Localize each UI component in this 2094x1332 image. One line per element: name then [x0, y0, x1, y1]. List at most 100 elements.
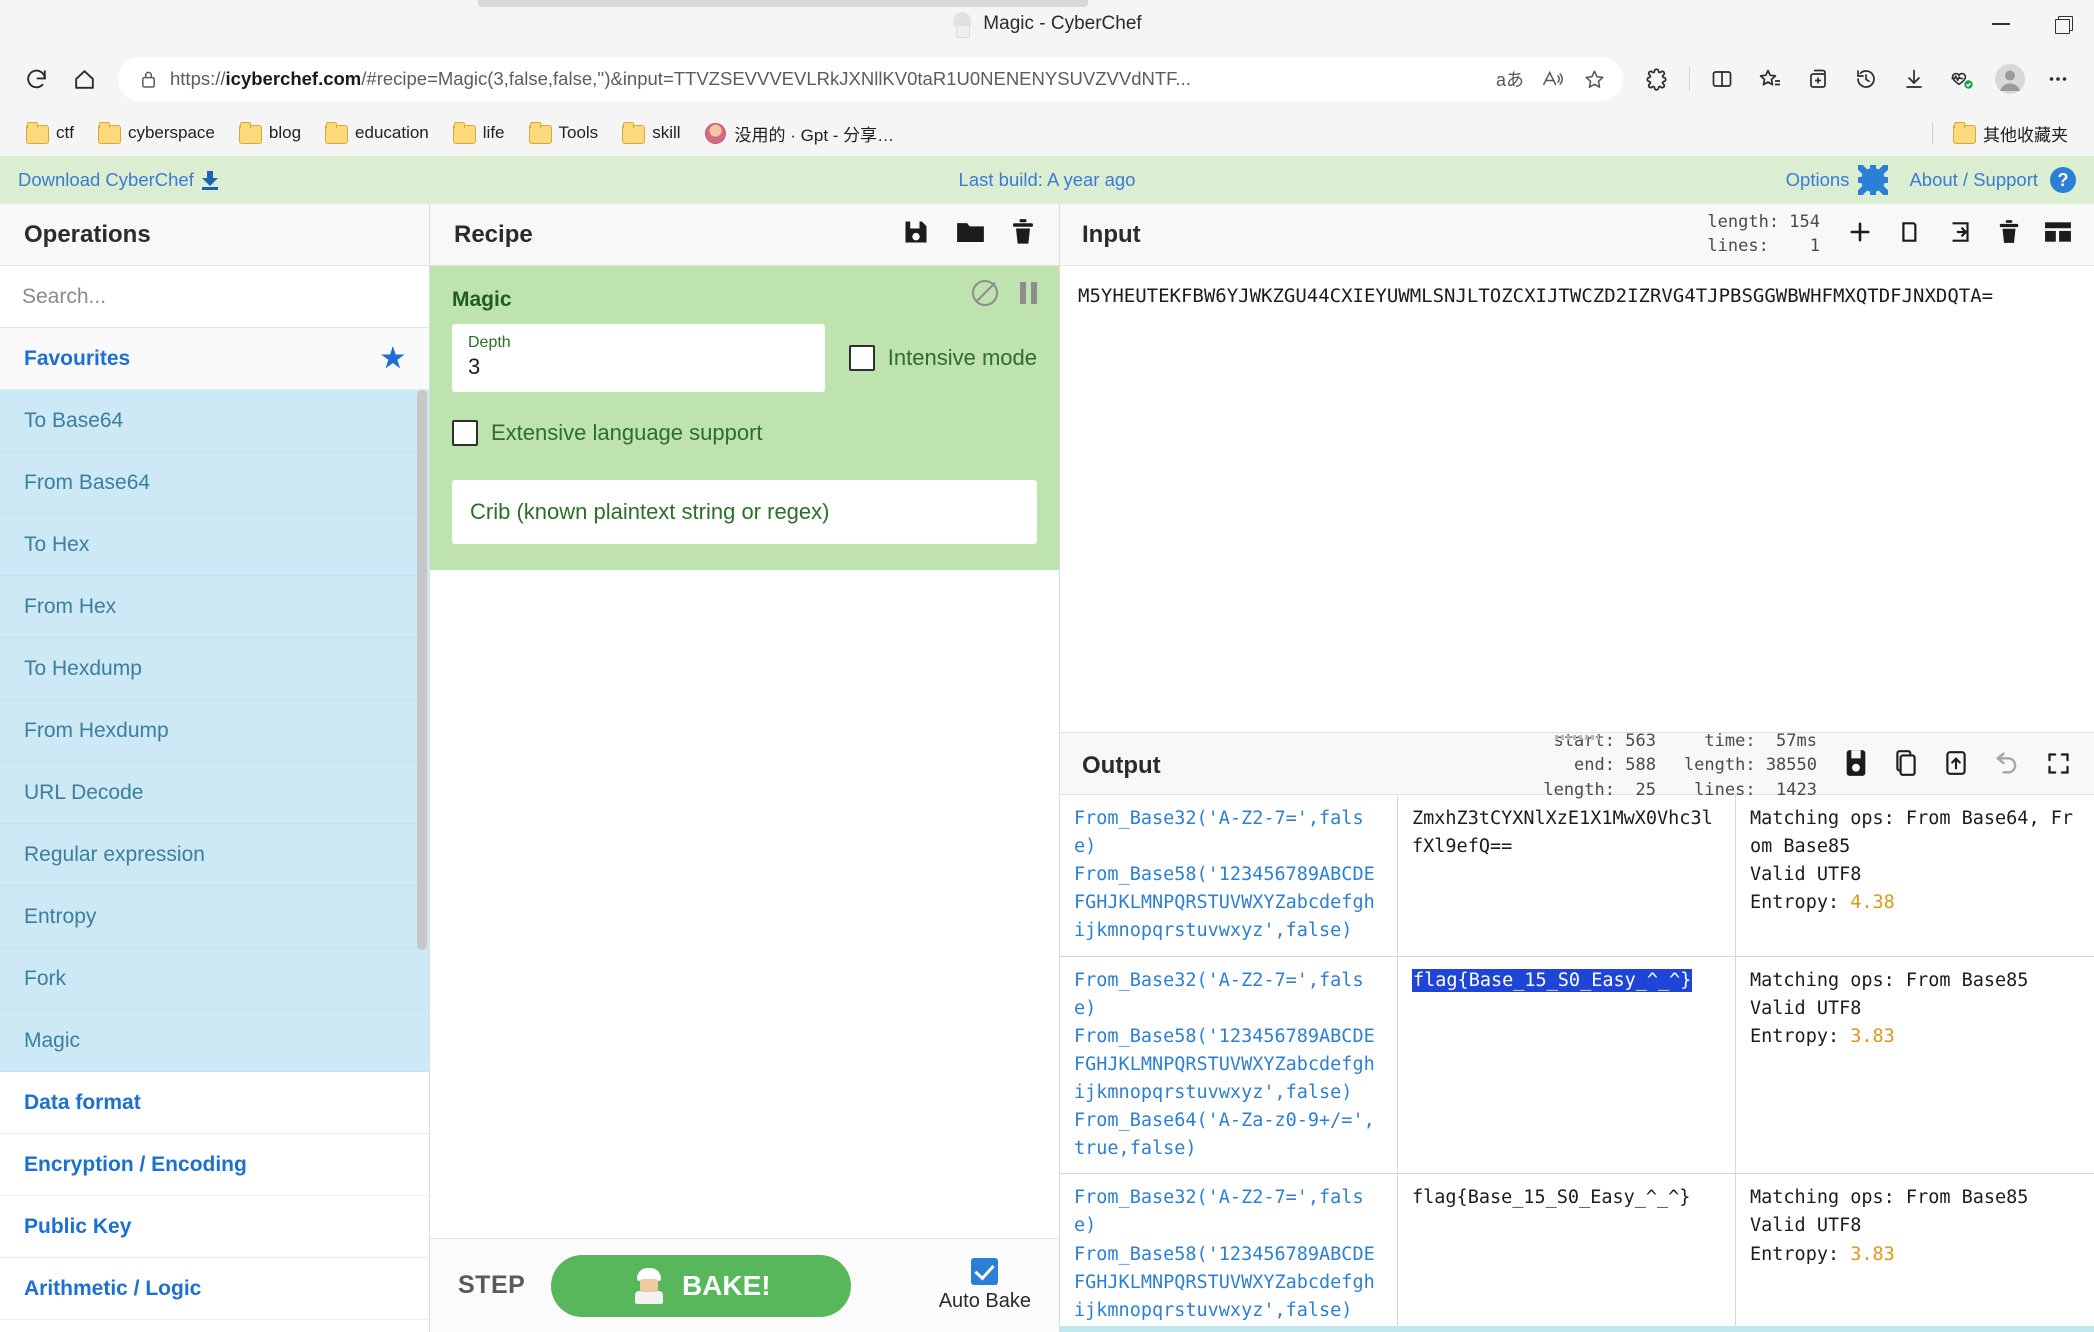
category-encryption-encoding[interactable]: Encryption / Encoding [0, 1134, 429, 1196]
replace-input-icon[interactable] [1943, 749, 1969, 782]
input-length-line: length: 154 [1707, 212, 1820, 233]
magic-recipe-cell: From_Base32('A-Z2-7=',false) From_Base58… [1060, 1174, 1398, 1332]
refresh-icon[interactable] [14, 57, 58, 101]
bookmark-skill[interactable]: skill [612, 118, 690, 148]
folder-icon [1953, 122, 1976, 144]
crib-input[interactable]: Crib (known plaintext string or regex) [452, 479, 1037, 544]
operation-to-hex[interactable]: To Hex [0, 514, 429, 576]
operation-label: From Base64 [24, 470, 151, 494]
minimize-button[interactable] [1970, 0, 2032, 48]
folder-open-icon[interactable] [956, 218, 985, 251]
table-row[interactable]: From_Base32('A-Z2-7=',false) From_Base58… [1060, 1174, 2094, 1332]
table-row[interactable]: From_Base32('A-Z2-7=',false) From_Base58… [1060, 795, 2094, 957]
restore-button[interactable] [2032, 0, 2094, 48]
download-label[interactable]: Download CyberChef [18, 169, 194, 191]
copy-output-icon[interactable] [1893, 749, 1919, 782]
collections-icon[interactable] [1796, 57, 1840, 101]
input-textarea[interactable]: M5YHEUTEKFBW6YJWKZGU44CXIEYUWMLSNJLTOZCX… [1060, 266, 2094, 732]
browser-chrome: Magic - CyberChef https://icyberchef.com… [0, 0, 2094, 156]
operation-from-base64[interactable]: From Base64 [0, 452, 429, 514]
download-icon [201, 171, 218, 190]
operations-scrollbar[interactable] [417, 390, 427, 950]
recipe-body[interactable]: Magic Depth 3 Intensive mode Extensive l… [430, 266, 1059, 1238]
operations-search-field[interactable]: Search... [0, 266, 429, 328]
operation-url-decode[interactable]: URL Decode [0, 762, 429, 824]
translate-icon[interactable]: aあ [1489, 62, 1531, 96]
bookmark-gpt-share[interactable]: 没用的 · Gpt - 分享… [695, 116, 905, 151]
operation-entropy[interactable]: Entropy [0, 886, 429, 948]
operation-label: To Base64 [24, 408, 124, 432]
read-aloud-icon[interactable] [1531, 62, 1573, 96]
operation-fork[interactable]: Fork [0, 948, 429, 1010]
bookmark-tools[interactable]: Tools [519, 118, 609, 148]
magic-results-table[interactable]: From_Base32('A-Z2-7=',false) From_Base58… [1060, 795, 2094, 1332]
active-tab[interactable]: Magic - CyberChef [952, 12, 1142, 38]
undo-icon[interactable] [1993, 749, 2021, 782]
operation-from-hex[interactable]: From Hex [0, 576, 429, 638]
add-favorite-icon[interactable] [1573, 62, 1615, 96]
auto-bake-toggle[interactable]: Auto Bake [939, 1258, 1031, 1313]
operation-magic[interactable]: Magic [0, 1010, 429, 1072]
help-question-icon[interactable]: ? [2050, 167, 2076, 193]
disable-operation-icon[interactable] [972, 280, 998, 306]
open-folder-icon[interactable] [1898, 219, 1924, 250]
highlighted-flag: flag{Base_15_S0_Easy_^_^} [1412, 968, 1693, 992]
add-input-tab-icon[interactable] [1846, 218, 1874, 251]
category-arithmetic-logic[interactable]: Arithmetic / Logic [0, 1258, 429, 1320]
download-cyberchef-link[interactable]: Download CyberChef [18, 169, 218, 191]
operation-from-hexdump[interactable]: From Hexdump [0, 700, 429, 762]
tab-strip [478, 0, 1088, 7]
operation-to-hexdump[interactable]: To Hexdump [0, 638, 429, 700]
favourites-category-header[interactable]: Favourites ★ [0, 328, 429, 390]
maximise-output-icon[interactable] [2045, 750, 2072, 782]
operation-to-base64[interactable]: To Base64 [0, 390, 429, 452]
extensive-language-checkbox[interactable]: Extensive language support [452, 419, 1037, 446]
step-button[interactable]: STEP [458, 1271, 525, 1300]
io-splitter-handle[interactable] [1555, 735, 1599, 740]
favorites-icon[interactable] [1748, 57, 1792, 101]
output-header: Output start: 563 end: 588 length: 25 ti… [1060, 731, 2094, 800]
clear-input-icon[interactable] [1998, 219, 2020, 250]
valid-utf8: Valid UTF8 [1750, 864, 1862, 886]
browser-essentials-icon[interactable] [1940, 57, 1984, 101]
bookmark-education[interactable]: education [315, 118, 439, 148]
extensions-icon[interactable] [1635, 57, 1679, 101]
category-data-format[interactable]: Data format [0, 1072, 429, 1134]
address-bar[interactable]: https://icyberchef.com/#recipe=Magic(3,f… [118, 57, 1623, 101]
split-screen-icon[interactable] [1700, 57, 1744, 101]
bookmark-blog[interactable]: blog [229, 118, 311, 148]
settings-more-icon[interactable] [2036, 57, 2080, 101]
tabs-layout-icon[interactable] [2044, 219, 2072, 250]
recipe-operation-magic[interactable]: Magic Depth 3 Intensive mode Extensive l… [430, 266, 1059, 570]
gear-icon[interactable] [1858, 165, 1889, 195]
matching-ops: Matching ops: From Base85 [1750, 1187, 2029, 1209]
bookmark-other-favorites[interactable]: 其他收藏夹 [1943, 116, 2078, 151]
home-icon[interactable] [62, 57, 106, 101]
intensive-mode-checkbox[interactable]: Intensive mode [848, 344, 1037, 371]
bake-button[interactable]: BAKE! [551, 1254, 852, 1317]
save-output-icon[interactable] [1843, 749, 1869, 782]
depth-input[interactable]: Depth 3 [452, 324, 825, 392]
extensive-language-label: Extensive language support [491, 419, 763, 445]
magic-value-cell[interactable]: flag{Base_15_S0_Easy_^_^} [1398, 956, 1736, 1174]
matching-ops: Matching ops: From Base64, From Base85 [1750, 808, 2074, 858]
url-text[interactable]: https://icyberchef.com/#recipe=Magic(3,f… [170, 68, 1489, 90]
delete-recipe-icon[interactable] [1011, 218, 1035, 251]
profile-avatar[interactable] [1988, 57, 2032, 101]
bookmark-cyberspace[interactable]: cyberspace [88, 118, 225, 148]
downloads-icon[interactable] [1892, 57, 1936, 101]
category-public-key[interactable]: Public Key [0, 1196, 429, 1258]
site-info-lock-icon[interactable] [136, 67, 160, 91]
favourites-label: Favourites [24, 346, 131, 370]
save-recipe-icon[interactable] [902, 218, 930, 251]
table-row[interactable]: From_Base32('A-Z2-7=',false) From_Base58… [1060, 956, 2094, 1175]
bookmark-life[interactable]: life [443, 118, 515, 148]
operation-regular-expression[interactable]: Regular expression [0, 824, 429, 886]
input-metadata: length: 154 lines: 1 [1707, 211, 1820, 258]
about-support-button[interactable]: About / Support [1909, 169, 2038, 191]
pause-operation-icon[interactable] [1020, 282, 1037, 304]
options-button[interactable]: Options [1786, 169, 1850, 191]
bookmark-ctf[interactable]: ctf [16, 118, 84, 148]
history-icon[interactable] [1844, 57, 1888, 101]
open-file-icon[interactable] [1948, 219, 1974, 250]
